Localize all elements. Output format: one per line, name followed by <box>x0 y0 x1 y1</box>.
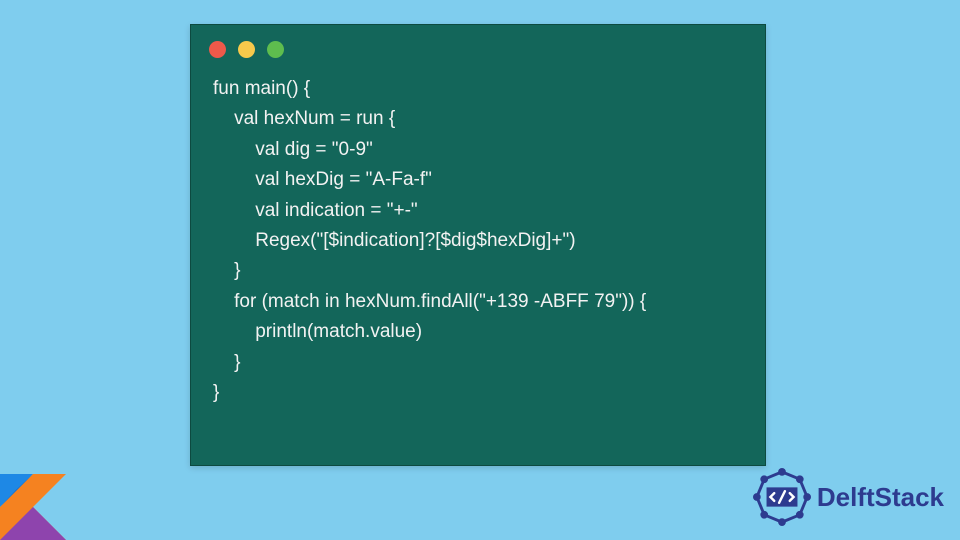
maximize-icon <box>267 41 284 58</box>
code-line: val hexNum = run { <box>213 108 395 129</box>
code-line: val hexDig = "A-Fa-f" <box>213 169 432 190</box>
code-line: fun main() { <box>213 78 310 99</box>
delftstack-logo-icon <box>753 468 811 526</box>
code-window: fun main() { val hexNum = run { val dig … <box>190 24 766 466</box>
code-line: println(match.value) <box>213 321 422 342</box>
code-line: } <box>213 260 240 281</box>
code-line: } <box>213 352 240 373</box>
window-controls <box>191 25 765 68</box>
code-block: fun main() { val hexNum = run { val dig … <box>191 68 765 428</box>
code-line: val dig = "0-9" <box>213 139 373 160</box>
code-line: } <box>213 382 219 403</box>
kotlin-logo-icon <box>0 474 66 540</box>
brand-badge: DelftStack <box>753 468 944 526</box>
close-icon <box>209 41 226 58</box>
minimize-icon <box>238 41 255 58</box>
code-line: for (match in hexNum.findAll("+139 -ABFF… <box>213 291 646 312</box>
code-line: Regex("[$indication]?[$dig$hexDig]+") <box>213 230 576 251</box>
code-line: val indication = "+-" <box>213 200 418 221</box>
brand-name: DelftStack <box>817 482 944 513</box>
